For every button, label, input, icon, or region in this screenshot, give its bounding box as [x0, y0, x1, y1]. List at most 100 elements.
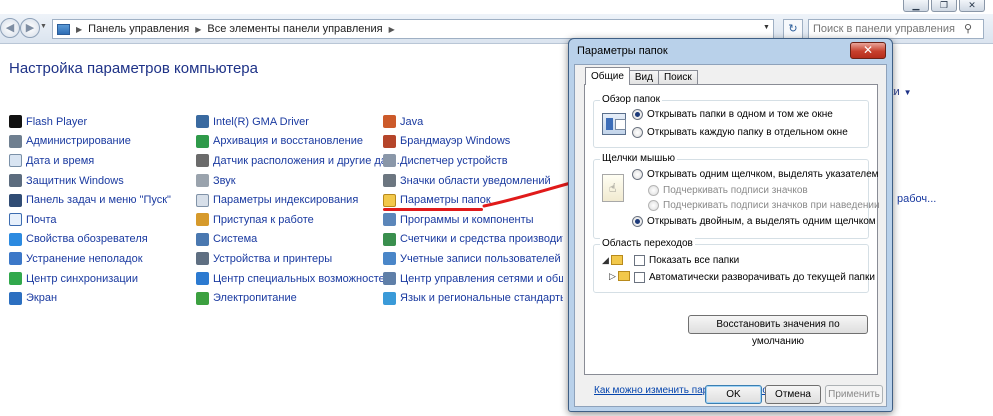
cp-item-backup[interactable]: Архивация и восстановление [196, 132, 376, 152]
breadcrumb[interactable]: ▶ Панель управления ▶ Все элементы панел… [52, 19, 774, 39]
group-navigation-pane: Область переходов ◢ ▷ Показать все папки… [593, 238, 875, 293]
tab-search[interactable]: Поиск [657, 70, 698, 85]
sensor-icon [196, 154, 209, 168]
radio-label: Открывать двойным, а выделять одним щелч… [647, 216, 876, 227]
cp-item-label: Язык и региональные стандарты [400, 292, 563, 305]
breadcrumb-all-items[interactable]: Все элементы панели управления [207, 23, 382, 35]
cp-item-power[interactable]: Электропитание [196, 288, 376, 308]
checkbox-auto-expand[interactable]: Автоматически разворачивать до текущей п… [634, 272, 875, 283]
breadcrumb-control-panel[interactable]: Панель управления [88, 23, 189, 35]
minimize-button[interactable]: ▁ [903, 0, 929, 12]
dialog-close-button[interactable]: ✕ [850, 42, 886, 59]
cp-item-indexing[interactable]: Параметры индексирования [196, 190, 376, 210]
cp-item-sync-center[interactable]: Центр синхронизации [9, 269, 189, 289]
taskbar-icon [9, 193, 22, 207]
cp-item-getting-started[interactable]: Приступая к работе [196, 210, 376, 230]
radio-button-checked[interactable] [632, 216, 643, 227]
control-panel-icon [57, 23, 70, 35]
group-title: Щелчки мышью [600, 153, 677, 164]
cp-item-sound[interactable]: Звук [196, 171, 376, 191]
cp-item-java[interactable]: Java [383, 112, 563, 132]
cp-item-device-manager[interactable]: Диспетчер устройств [383, 151, 563, 171]
cp-item-programs[interactable]: Программы и компоненты [383, 210, 563, 230]
cp-item-performance[interactable]: Счетчики и средства производител... [383, 230, 563, 250]
tab-view[interactable]: Вид [628, 70, 659, 85]
radio-single-click[interactable]: Открывать одним щелчком, выделять указат… [632, 169, 879, 180]
ok-button[interactable]: OK [705, 385, 762, 404]
cp-item-label: Свойства обозревателя [26, 233, 148, 246]
cp-item-ease-of-access[interactable]: Центр специальных возможностей [196, 269, 391, 289]
checkbox[interactable] [634, 272, 645, 283]
intel-driver-icon [196, 115, 209, 129]
tab-general[interactable]: Общие [585, 67, 630, 85]
forward-arrow-icon[interactable]: ▶ [20, 18, 40, 38]
cp-item-label: Звук [213, 174, 236, 187]
cp-item-network-center[interactable]: Центр управления сетями и общи... [383, 269, 563, 289]
cp-item-troubleshooting[interactable]: Устранение неполадок [9, 249, 189, 269]
dialog-title: Параметры папок [577, 45, 668, 57]
cp-item-region-language[interactable]: Язык и региональные стандарты [383, 288, 563, 308]
radio-button-disabled[interactable] [648, 200, 659, 211]
cp-item-flash-player[interactable]: Flash Player [9, 112, 189, 132]
search-icon[interactable]: ⚲ [964, 22, 972, 35]
group-browse-folders: Обзор папок Открывать папки в одном и то… [593, 94, 869, 148]
address-dropdown-icon[interactable]: ▼ [763, 24, 770, 31]
history-dropdown-icon[interactable]: ▼ [40, 23, 47, 30]
close-window-button[interactable]: ✕ [959, 0, 985, 12]
cp-item-partial-far-right[interactable]: рабоч... [897, 193, 936, 205]
cp-item-firewall[interactable]: Брандмауэр Windows [383, 132, 563, 152]
radio-underline-hover[interactable]: Подчеркивать подписи значков при наведен… [648, 200, 880, 211]
radio-button[interactable] [632, 169, 643, 180]
cp-item-defender[interactable]: Защитник Windows [9, 171, 189, 191]
group-mouse-clicks: Щелчки мышью ☝ Открывать одним щелчком, … [593, 153, 880, 239]
radio-same-window[interactable]: Открывать папки в одном и том же окне [632, 109, 833, 120]
accessibility-icon [196, 272, 209, 286]
restore-defaults-button[interactable]: Восстановить значения по умолчанию [688, 315, 868, 347]
cp-item-label: Flash Player [26, 115, 88, 128]
radio-button-disabled[interactable] [648, 185, 659, 196]
cancel-button[interactable]: Отмена [765, 385, 821, 404]
radio-new-window[interactable]: Открывать каждую папку в отдельном окне [632, 127, 848, 138]
tree-expand-icon: ◢ [602, 255, 609, 265]
cp-item-internet-options[interactable]: Свойства обозревателя [9, 230, 189, 250]
cp-item-intel-gma[interactable]: Intel(R) GMA Driver [196, 112, 376, 132]
radio-button[interactable] [632, 127, 643, 138]
backup-icon [196, 134, 209, 148]
cp-item-taskbar[interactable]: Панель задач и меню "Пуск" [9, 190, 189, 210]
java-icon [383, 115, 396, 129]
breadcrumb-separator-icon[interactable]: ▶ [195, 25, 201, 34]
checkbox-label: Автоматически разворачивать до текущей п… [649, 272, 875, 283]
internet-explorer-icon [9, 232, 22, 246]
cp-item-display[interactable]: Экран [9, 288, 189, 308]
cp-item-administration[interactable]: Администрирование [9, 132, 189, 152]
cp-item-date-time[interactable]: Дата и время [9, 151, 189, 171]
cp-item-location-sensors[interactable]: Датчик расположения и другие дат... [196, 151, 400, 171]
cp-item-system[interactable]: Система [196, 230, 376, 250]
checkbox[interactable] [634, 255, 645, 266]
maximize-button[interactable]: ❐ [931, 0, 957, 12]
cp-item-user-accounts[interactable]: Учетные записи пользователей [383, 249, 563, 269]
radio-label: Открывать одним щелчком, выделять указат… [647, 169, 879, 180]
radio-label: Подчеркивать подписи значков [663, 185, 808, 196]
cp-item-label: Устранение неполадок [26, 252, 143, 265]
checkbox-show-all-folders[interactable]: Показать все папки [634, 255, 739, 266]
page-title: Настройка параметров компьютера [9, 60, 258, 77]
back-arrow-icon[interactable]: ◀ [0, 18, 20, 38]
cp-item-label: Панель задач и меню "Пуск" [26, 194, 171, 207]
globe-icon [383, 291, 396, 305]
radio-button-checked[interactable] [632, 109, 643, 120]
breadcrumb-separator-icon[interactable]: ▶ [389, 25, 395, 34]
cp-item-devices-printers[interactable]: Устройства и принтеры [196, 249, 376, 269]
radio-double-click[interactable]: Открывать двойным, а выделять одним щелч… [632, 216, 876, 227]
radio-underline-always[interactable]: Подчеркивать подписи значков [648, 185, 808, 196]
cp-item-label: Защитник Windows [26, 174, 124, 187]
refresh-icon[interactable]: ↻ [783, 19, 803, 39]
programs-icon [383, 213, 396, 227]
breadcrumb-separator-icon[interactable]: ▶ [76, 25, 82, 34]
apply-button[interactable]: Применить [825, 385, 883, 404]
cp-item-mail[interactable]: Почта [9, 210, 189, 230]
sync-icon [9, 272, 22, 286]
folder-options-dialog: Параметры папок ✕ Общие Вид Поиск Обзор … [568, 38, 893, 412]
cp-item-label: Дата и время [26, 154, 95, 167]
search-input[interactable] [808, 19, 984, 39]
